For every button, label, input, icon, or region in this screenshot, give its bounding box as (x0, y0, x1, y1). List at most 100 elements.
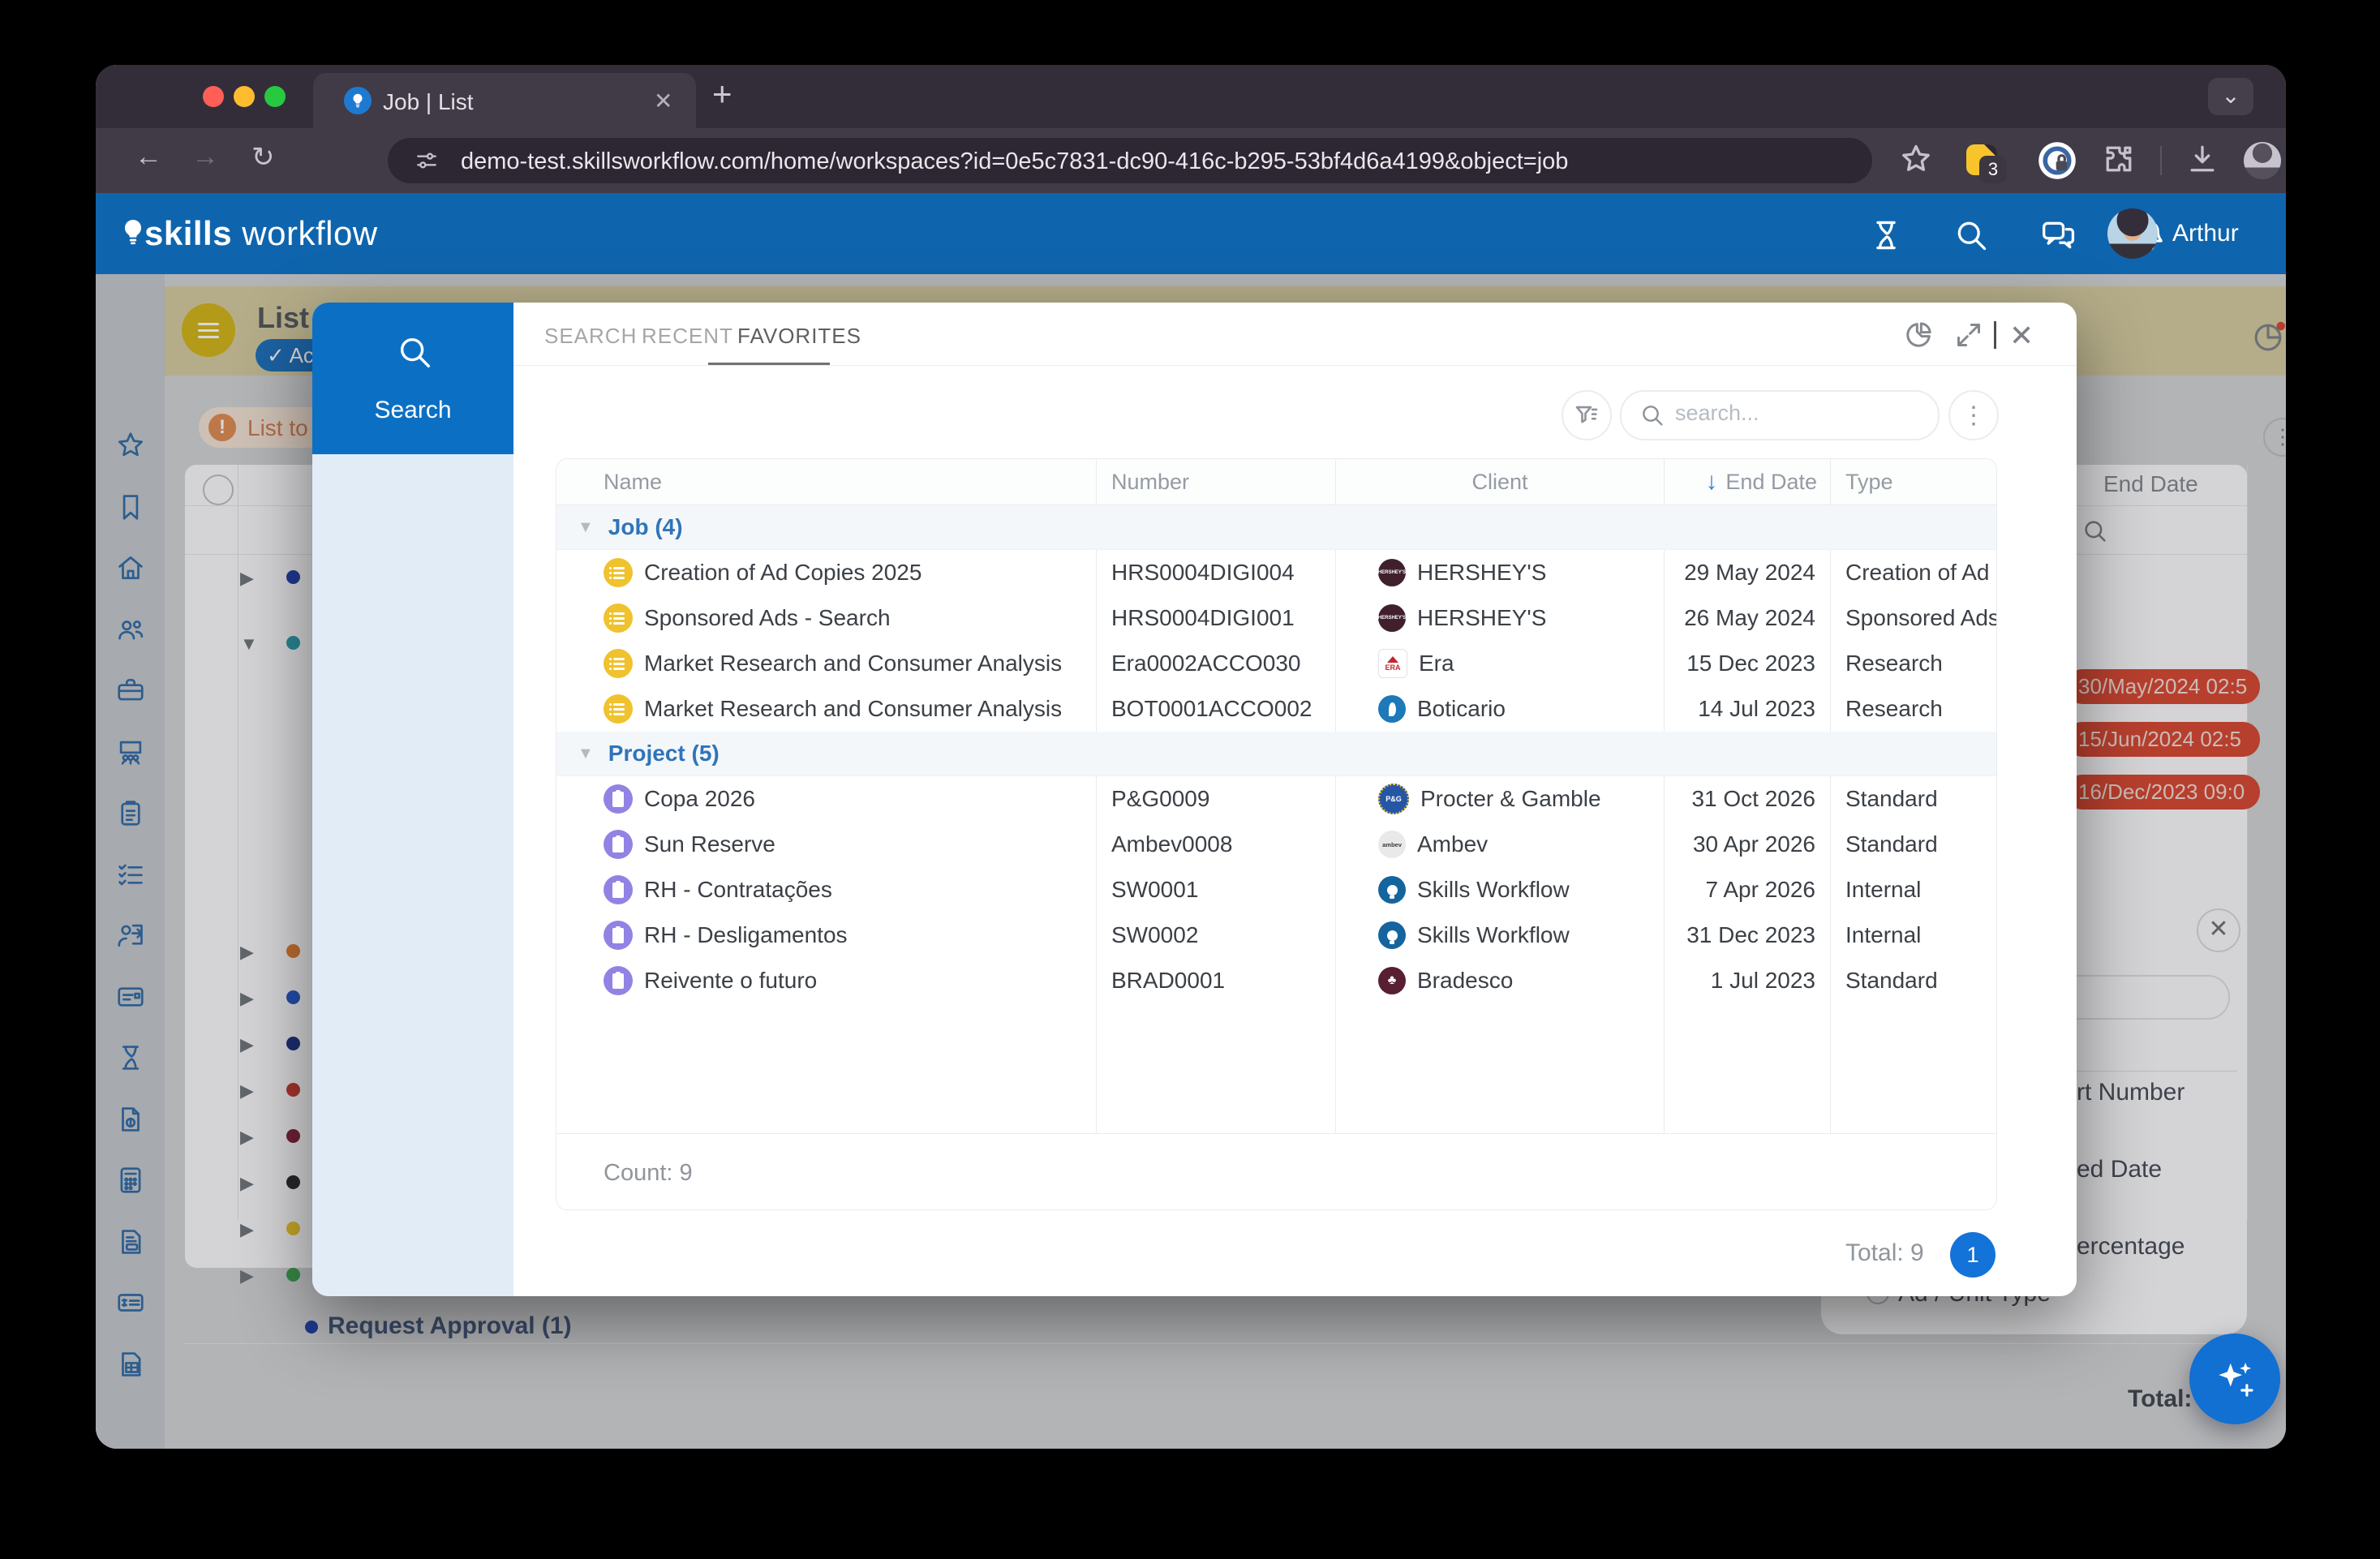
job-icon (604, 603, 633, 633)
chart-pie-icon[interactable] (1902, 319, 1935, 351)
col-header-number[interactable]: Number (1096, 459, 1335, 505)
active-tab-underline (708, 363, 830, 365)
bradesco-logo-icon: ♣ (1378, 967, 1406, 994)
traffic-light-close[interactable] (203, 86, 224, 107)
col-header-end-date[interactable]: ↓End Date (1664, 459, 1830, 505)
tab-favorites[interactable]: FAVORITES (737, 324, 861, 349)
row-name: Copa 2026 (644, 786, 755, 812)
job-icon (604, 558, 633, 587)
table-empty-space (556, 1003, 1996, 1134)
url-text: demo-test.skillsworkflow.com/home/worksp… (461, 148, 1568, 175)
search-icon[interactable] (1953, 217, 1989, 253)
reload-button[interactable]: ↻ (251, 141, 275, 174)
table-options-button[interactable]: ⋮ (1948, 390, 1999, 440)
traffic-light-minimize[interactable] (234, 86, 255, 107)
table-row[interactable]: Sun Reserve Ambev0008 ambevAmbev 30 Apr … (556, 822, 1996, 867)
project-icon (604, 921, 633, 950)
row-end-date: 31 Oct 2026 (1664, 776, 1830, 822)
tab-close-icon[interactable]: ✕ (654, 88, 672, 114)
row-name: RH - Contratações (644, 877, 832, 903)
row-number: BOT0001ACCO002 (1096, 686, 1335, 732)
group-header-job[interactable]: ▼ Job (4) (556, 505, 1996, 550)
modal-tabs: SEARCH RECENT FAVORITES (513, 303, 2077, 366)
modal-rail-search-tile[interactable]: Search (312, 303, 513, 454)
user-avatar[interactable] (2107, 208, 2158, 259)
col-header-client[interactable]: Client (1335, 459, 1664, 505)
tab-recent[interactable]: RECENT (642, 324, 733, 349)
project-icon (604, 966, 633, 995)
row-client: Skills Workflow (1335, 913, 1664, 958)
search-icon (1639, 402, 1665, 428)
row-number: SW0002 (1096, 913, 1335, 958)
search-input[interactable] (1673, 400, 1920, 427)
table-count: Count: 9 (556, 1134, 1996, 1210)
rail-search-label: Search (312, 397, 513, 424)
col-header-end-date-label: End Date (1725, 470, 1817, 495)
row-end-date: 1 Jul 2023 (1664, 958, 1830, 1003)
password-manager-icon[interactable] (2036, 140, 2078, 182)
messages-icon[interactable] (2039, 217, 2078, 253)
group-label: Job (4) (608, 514, 683, 540)
bookmark-star-icon[interactable] (1898, 141, 1934, 177)
group-label: Project (5) (608, 741, 720, 767)
group-collapse-icon: ▼ (578, 745, 594, 763)
browser-tab[interactable]: Job | List ✕ (313, 73, 696, 128)
pagination-page-1[interactable]: 1 (1950, 1232, 1996, 1278)
job-icon (604, 694, 633, 724)
forward-button[interactable]: → (191, 141, 219, 173)
ai-assistant-fab[interactable] (2189, 1334, 2280, 1424)
search-modal: Search SEARCH RECENT FAVORITES ✕ ⋮ Name … (312, 303, 2077, 1296)
timesheet-hourglass-icon[interactable] (1868, 217, 1904, 253)
project-icon (604, 875, 633, 904)
address-bar[interactable]: demo-test.skillsworkflow.com/home/worksp… (388, 138, 1872, 183)
row-end-date: 26 May 2024 (1664, 595, 1830, 641)
filter-button[interactable] (1562, 390, 1612, 440)
table-row[interactable]: Reivente o futuro BRAD0001 ♣Bradesco 1 J… (556, 958, 1996, 1003)
tab-search[interactable]: SEARCH (544, 324, 637, 349)
filter-funnel-icon (1573, 402, 1600, 429)
skills-workflow-logo-icon (1378, 921, 1406, 949)
row-number: SW0001 (1096, 867, 1335, 913)
group-collapse-icon: ▼ (578, 518, 594, 537)
skills-workflow-logo-icon (1378, 876, 1406, 904)
table-row[interactable]: RH - Contratações SW0001 Skills Workflow… (556, 867, 1996, 913)
brand-logo[interactable]: skills workflow (144, 214, 378, 253)
row-name: RH - Desligamentos (644, 922, 848, 948)
site-info-icon[interactable] (414, 148, 440, 174)
row-number: HRS0004DIGI004 (1096, 550, 1335, 595)
table-row[interactable]: Sponsored Ads - Search HRS0004DIGI001 HE… (556, 595, 1996, 641)
new-tab-button[interactable]: + (712, 75, 732, 114)
row-type: Creation of Ad C (1830, 550, 1996, 595)
row-name: Reivente o futuro (644, 968, 817, 994)
results-table: Name Number Client ↓End Date Type ▼ Job … (556, 458, 1997, 1210)
table-row[interactable]: Copa 2026 P&G0009 P&GProcter & Gamble 31… (556, 776, 1996, 822)
table-row[interactable]: RH - Desligamentos SW0002 Skills Workflo… (556, 913, 1996, 958)
browser-profile-avatar[interactable] (2244, 142, 2281, 179)
table-row[interactable]: Market Research and Consumer Analysis Er… (556, 641, 1996, 686)
traffic-light-zoom[interactable] (264, 86, 286, 107)
row-type: Internal (1830, 913, 1996, 958)
user-name[interactable]: Arthur (2172, 220, 2239, 247)
row-client: P&GProcter & Gamble (1335, 776, 1664, 822)
row-end-date: 15 Dec 2023 (1664, 641, 1830, 686)
hersheys-logo-icon: HERSHEY'S (1378, 559, 1406, 586)
col-header-type[interactable]: Type (1830, 459, 1996, 505)
downloads-icon[interactable] (2185, 141, 2220, 177)
table-row[interactable]: Creation of Ad Copies 2025 HRS0004DIGI00… (556, 550, 1996, 595)
extensions-puzzle-icon[interactable] (2101, 141, 2137, 177)
expand-icon[interactable] (1953, 319, 1985, 351)
tab-search-chevron-icon[interactable]: ⌄ (2208, 78, 2253, 115)
table-row[interactable]: Market Research and Consumer Analysis BO… (556, 686, 1996, 732)
row-type: Research (1830, 686, 1996, 732)
back-button[interactable]: ← (135, 141, 162, 173)
modal-search-field[interactable] (1620, 390, 1940, 440)
modal-rail-body (312, 454, 513, 1296)
row-type: Standard (1830, 776, 1996, 822)
col-header-name[interactable]: Name (556, 459, 1096, 505)
row-name: Creation of Ad Copies 2025 (644, 560, 921, 586)
modal-close-icon[interactable]: ✕ (2009, 319, 2034, 353)
group-header-project[interactable]: ▼ Project (5) (556, 732, 1996, 776)
extension-app-icon[interactable]: 3 (1966, 144, 1997, 175)
row-name: Market Research and Consumer Analysis (644, 696, 1062, 722)
modal-header-divider (1994, 321, 1996, 349)
